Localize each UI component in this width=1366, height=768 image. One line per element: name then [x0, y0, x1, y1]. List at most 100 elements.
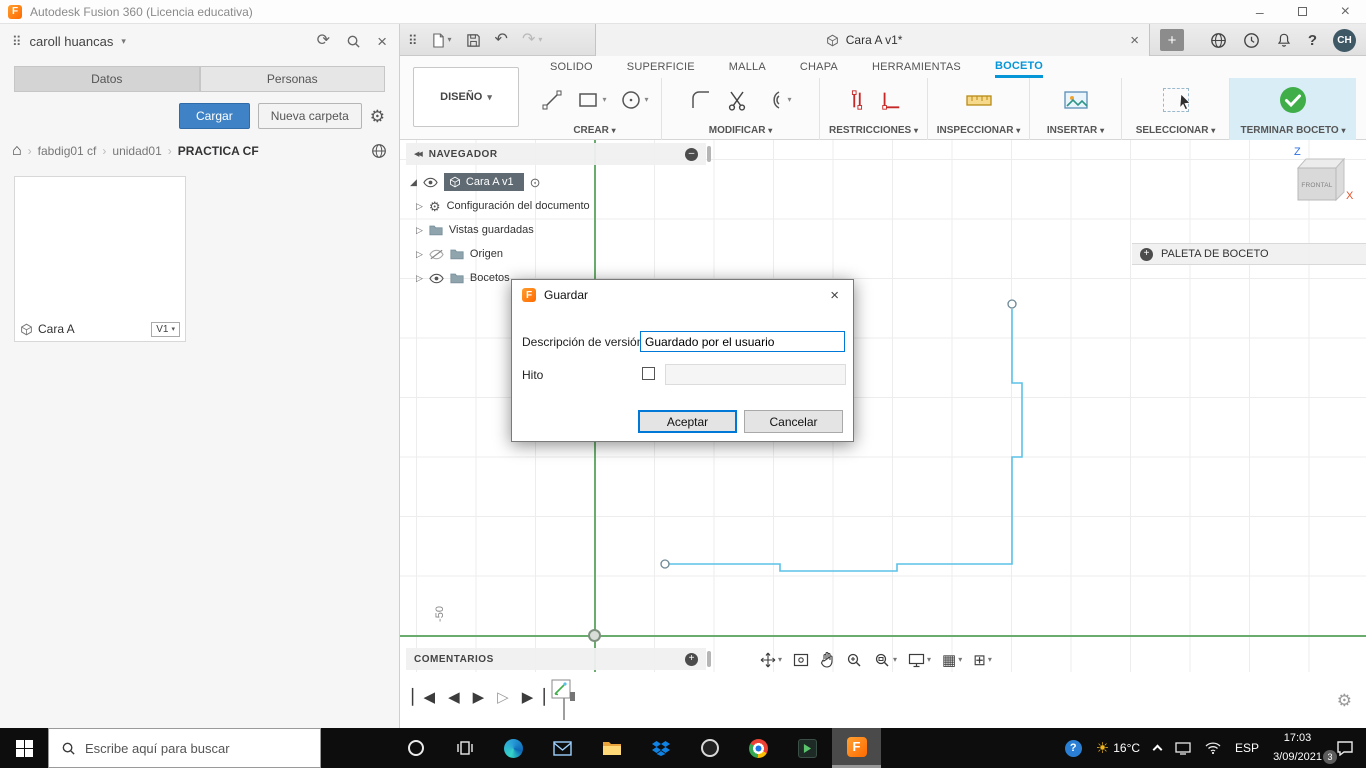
accept-button[interactable]: Aceptar	[638, 410, 737, 433]
version-description-input[interactable]	[640, 331, 845, 352]
sketch-point[interactable]	[660, 559, 670, 569]
close-tab-icon[interactable]	[1130, 33, 1139, 48]
save-icon[interactable]	[466, 33, 481, 48]
navigator-header[interactable]: NAVEGADOR –	[406, 143, 706, 165]
group-label-modificar[interactable]: MODIFICAR	[662, 125, 819, 136]
mail-icon[interactable]	[538, 728, 587, 768]
eye-icon[interactable]	[429, 273, 444, 284]
orbit-tool[interactable]	[760, 652, 782, 668]
sketch-palette-header[interactable]: + PALETA DE BOCETO	[1132, 243, 1366, 265]
timeline-sketch-marker[interactable]	[550, 678, 584, 722]
group-label-terminar-boceto[interactable]: TERMINAR BOCETO	[1230, 125, 1356, 136]
clock-icon[interactable]	[1243, 32, 1260, 49]
measure-ruler-icon[interactable]	[965, 88, 993, 112]
viewcube-face-label[interactable]: FRONTAL	[1298, 168, 1336, 202]
origin-point[interactable]	[588, 629, 601, 642]
support-icon[interactable]: ?	[1058, 728, 1089, 768]
document-tab[interactable]: Cara A v1*	[595, 24, 1150, 56]
timeline-settings-gear-icon[interactable]	[1337, 692, 1352, 709]
line-tool-icon[interactable]	[540, 88, 564, 112]
eye-icon[interactable]	[423, 177, 438, 188]
display-settings[interactable]	[908, 653, 931, 668]
tree-row-document[interactable]: Cara A v1	[410, 171, 541, 193]
fusion-taskbar-icon[interactable]: F	[832, 728, 881, 768]
weather-widget[interactable]: 16°C	[1089, 728, 1147, 768]
circle-app-icon[interactable]	[685, 728, 734, 768]
avatar[interactable]: CH	[1333, 28, 1356, 52]
ribbon-tab-solido[interactable]: SOLIDO	[550, 56, 593, 78]
panel-scrollbar[interactable]	[707, 651, 711, 667]
user-name[interactable]: caroll huancas	[30, 34, 114, 49]
tray-expand-icon[interactable]	[1147, 728, 1168, 768]
tab-datos[interactable]: Datos	[14, 66, 200, 92]
look-at-icon[interactable]	[793, 653, 809, 667]
step-back-icon[interactable]	[448, 690, 460, 705]
pan-hand-icon[interactable]	[820, 652, 835, 668]
panel-scrollbar[interactable]	[707, 146, 711, 162]
tree-row-settings[interactable]: Configuración del documento	[416, 195, 590, 217]
home-icon[interactable]	[12, 143, 22, 159]
dialog-title-bar[interactable]: F Guardar	[512, 280, 853, 310]
group-label-crear[interactable]: CREAR	[528, 125, 661, 136]
group-label-inspeccionar[interactable]: INSPECCIONAR	[928, 125, 1029, 136]
comments-header[interactable]: COMENTARIOS +	[406, 648, 706, 670]
start-button[interactable]	[0, 728, 48, 768]
chrome-icon[interactable]	[734, 728, 783, 768]
fillet-tool-icon[interactable]	[689, 88, 713, 112]
close-panel-icon[interactable]	[377, 33, 387, 50]
offset-tool[interactable]	[761, 88, 791, 112]
breadcrumb-item[interactable]: fabdig01 cf	[38, 144, 97, 158]
grid-settings[interactable]	[942, 653, 962, 668]
viewports-settings[interactable]	[973, 653, 992, 668]
dropbox-icon[interactable]	[636, 728, 685, 768]
zoom-window-tool[interactable]	[874, 652, 897, 668]
select-tool-icon[interactable]	[1162, 88, 1191, 112]
expand-icon[interactable]	[416, 202, 423, 211]
ribbon-tab-malla[interactable]: MALLA	[729, 56, 766, 78]
design-card[interactable]: Cara A V1	[14, 176, 186, 342]
clock-widget[interactable]: 17:03 3/09/2021	[1266, 728, 1329, 768]
ribbon-tab-superficie[interactable]: SUPERFICIE	[627, 56, 695, 78]
tree-row-sketches[interactable]: Bocetos	[416, 267, 510, 289]
tree-item-selected[interactable]: Cara A v1	[443, 173, 524, 191]
version-dropdown[interactable]: V1	[151, 321, 180, 337]
app-grid-icon[interactable]	[408, 34, 418, 47]
collapse-panel-icon[interactable]	[414, 151, 421, 158]
tree-row-named-views[interactable]: Vistas guardadas	[416, 219, 534, 241]
action-center-icon[interactable]: 3	[1323, 728, 1366, 768]
expand-icon[interactable]	[416, 226, 423, 235]
ribbon-tab-boceto[interactable]: BOCETO	[994, 56, 1044, 78]
group-label-insertar[interactable]: INSERTAR	[1030, 125, 1121, 136]
dialog-close-icon[interactable]	[826, 288, 843, 303]
insert-image-icon[interactable]	[1063, 88, 1089, 112]
finish-sketch-check-icon[interactable]	[1278, 85, 1308, 115]
close-button[interactable]	[1341, 4, 1350, 20]
file-menu-button[interactable]	[432, 32, 452, 48]
go-to-end-icon[interactable]	[522, 690, 545, 705]
ribbon-tab-herramientas[interactable]: HERRAMIENTAS	[872, 56, 961, 78]
tab-personas[interactable]: Personas	[199, 66, 385, 92]
search-icon[interactable]	[346, 34, 361, 49]
new-tab-button[interactable]	[1160, 29, 1184, 51]
edge-icon[interactable]	[489, 728, 538, 768]
display-tray-icon[interactable]	[1168, 728, 1198, 768]
step-forward-icon[interactable]	[497, 690, 509, 705]
task-view-icon[interactable]	[440, 728, 489, 768]
app-grid-icon[interactable]	[12, 35, 22, 48]
file-explorer-icon[interactable]	[587, 728, 636, 768]
circle-tool[interactable]	[619, 88, 649, 112]
workspace-selector[interactable]: DISEÑO	[413, 67, 519, 127]
trim-scissors-icon[interactable]	[725, 88, 749, 112]
group-label-restricciones[interactable]: RESTRICCIONES	[820, 125, 927, 136]
milestone-checkbox[interactable]	[642, 367, 655, 380]
eye-off-icon[interactable]	[429, 249, 444, 260]
expand-panel-icon[interactable]: +	[1140, 247, 1153, 261]
upload-button[interactable]: Cargar	[179, 103, 250, 129]
language-indicator[interactable]: ESP	[1228, 728, 1266, 768]
breadcrumb-item[interactable]: unidad01	[112, 144, 161, 158]
media-app-icon[interactable]	[783, 728, 832, 768]
expand-icon[interactable]	[416, 274, 423, 283]
vertical-constraint-icon[interactable]	[846, 88, 868, 112]
coincident-constraint-icon[interactable]	[880, 88, 902, 112]
help-icon[interactable]	[1308, 33, 1317, 48]
